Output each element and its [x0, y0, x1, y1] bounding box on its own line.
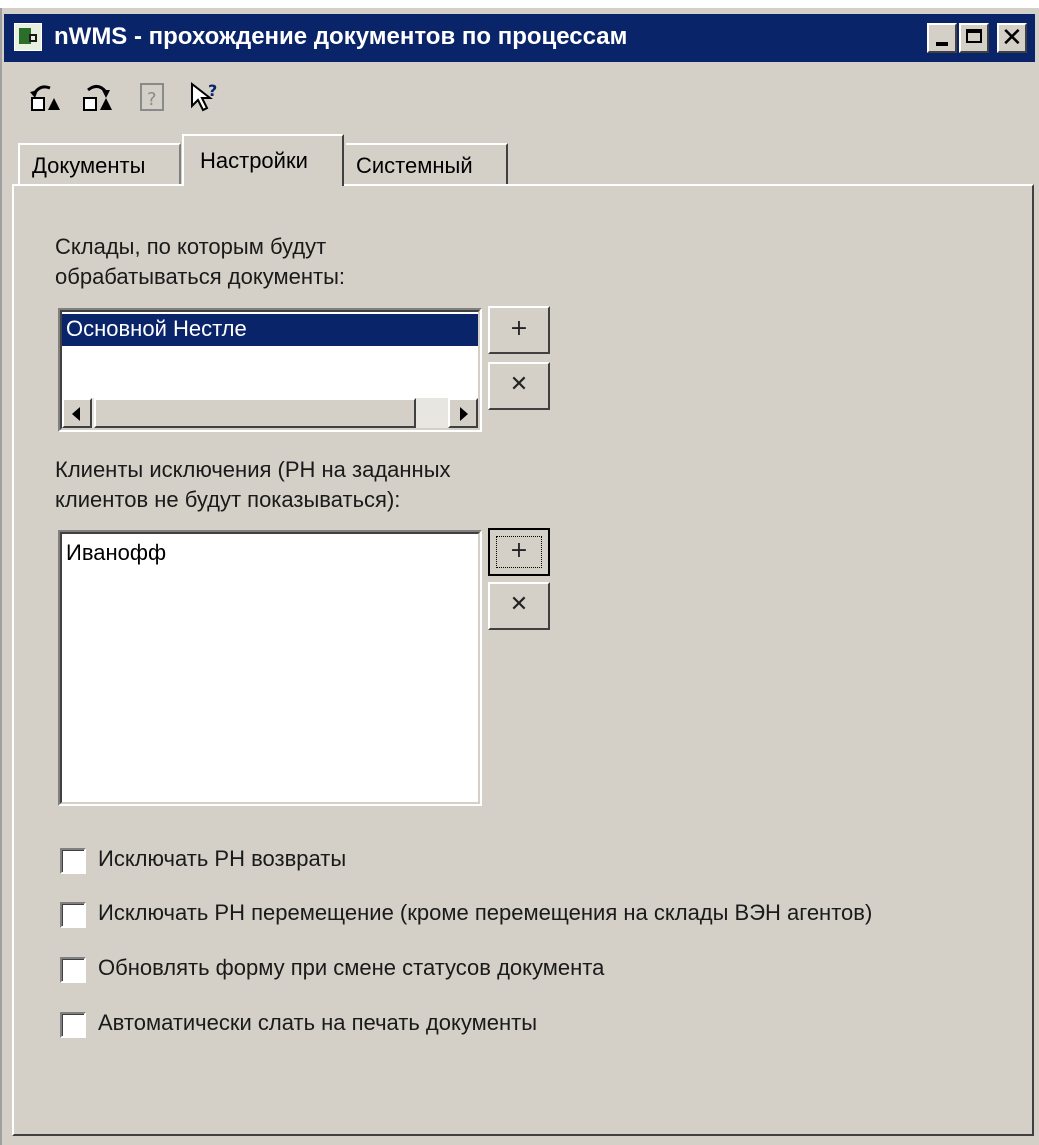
- minimize-button[interactable]: [927, 23, 957, 53]
- tab-documents[interactable]: Документы: [18, 143, 181, 185]
- exclude-returns-checkbox[interactable]: [60, 848, 86, 874]
- arrow-left-icon: [72, 407, 80, 421]
- scroll-thumb[interactable]: [94, 398, 416, 428]
- title-bar[interactable]: nWMS - прохождение документов по процесс…: [4, 14, 1035, 62]
- svg-text:?: ?: [147, 89, 157, 110]
- help-page-icon[interactable]: ?: [136, 80, 170, 114]
- maximize-button[interactable]: [959, 23, 989, 53]
- tab-system[interactable]: Системный: [346, 143, 508, 185]
- warehouses-list[interactable]: Основной Нестле: [58, 308, 482, 432]
- svg-text:?: ?: [208, 81, 217, 100]
- exclude-returns-label[interactable]: Исключать РН возвраты: [98, 846, 346, 872]
- arrow-right-icon: [460, 407, 468, 421]
- undo-icon[interactable]: [28, 80, 62, 114]
- excluded-clients-list[interactable]: Иванофф: [58, 530, 482, 806]
- scroll-right-button[interactable]: [448, 398, 478, 428]
- scroll-left-button[interactable]: [62, 398, 92, 428]
- auto-print-checkbox[interactable]: [60, 1012, 86, 1038]
- auto-print-label[interactable]: Автоматически слать на печать документы: [98, 1010, 537, 1036]
- remove-icon: ✕: [509, 372, 529, 397]
- app-icon: [14, 23, 42, 51]
- remove-icon: ✕: [509, 592, 529, 617]
- tab-settings[interactable]: Настройки: [182, 134, 344, 186]
- exclude-transfers-checkbox[interactable]: [60, 902, 86, 928]
- plus-icon: +: [509, 316, 529, 341]
- excluded-clients-label-line2: клиентов не будут показываться):: [55, 487, 401, 512]
- refresh-on-status-change-label[interactable]: Обновлять форму при смене статусов докум…: [98, 955, 604, 981]
- window-title: nWMS - прохождение документов по процесс…: [54, 23, 628, 50]
- refresh-on-status-change-checkbox[interactable]: [60, 957, 86, 983]
- remove-client-button[interactable]: ✕: [488, 582, 550, 630]
- list-item[interactable]: Иванофф: [62, 538, 478, 570]
- redo-icon[interactable]: [80, 80, 114, 114]
- warehouses-label-line2: обрабатываться документы:: [55, 264, 346, 289]
- close-button[interactable]: ✕: [997, 23, 1027, 53]
- add-client-button[interactable]: +: [488, 528, 550, 576]
- horizontal-scrollbar[interactable]: [62, 398, 478, 428]
- excluded-clients-label-line1: Клиенты исключения (РН на заданных: [55, 457, 451, 482]
- exclude-transfers-label[interactable]: Исключать РН перемещение (кроме перемеще…: [98, 900, 872, 926]
- whats-this-icon[interactable]: ?: [188, 80, 222, 114]
- list-item[interactable]: Основной Нестле: [62, 314, 478, 346]
- add-warehouse-button[interactable]: +: [488, 306, 550, 354]
- remove-warehouse-button[interactable]: ✕: [488, 362, 550, 410]
- close-icon: ✕: [1001, 23, 1023, 53]
- warehouses-label-line1: Склады, по которым будут: [55, 234, 327, 259]
